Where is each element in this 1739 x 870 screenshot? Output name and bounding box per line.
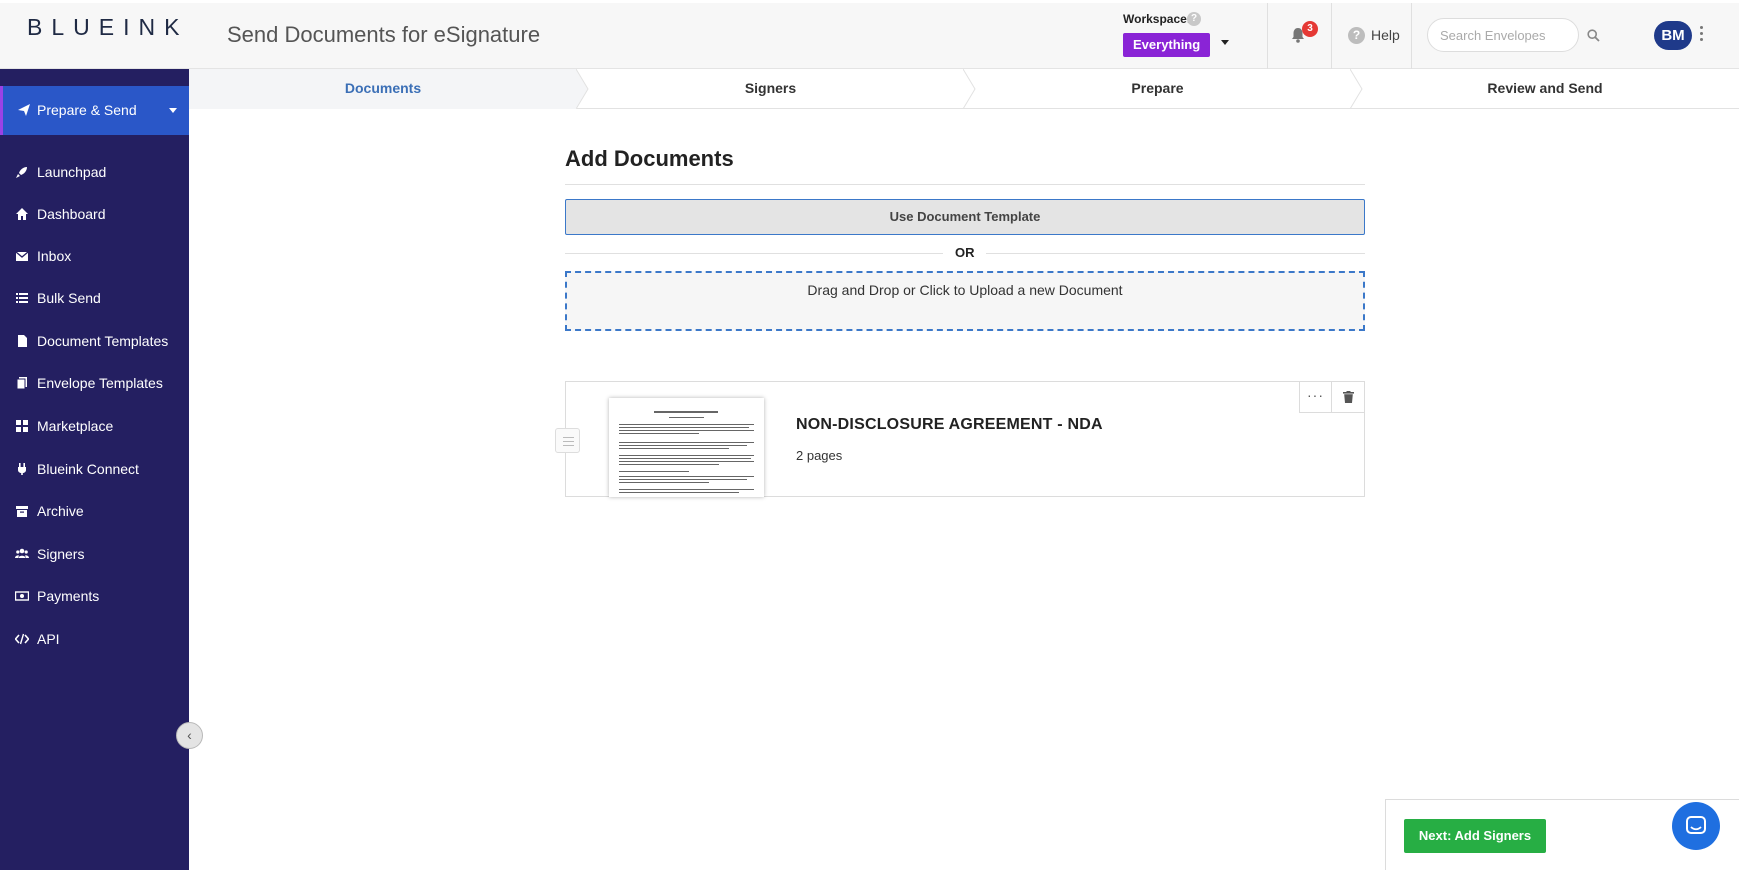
sidebar-item-label: Payments (37, 588, 100, 604)
sidebar-item-api[interactable]: API (0, 621, 189, 657)
sidebar-item-label: Envelope Templates (37, 375, 163, 391)
chevron-down-icon[interactable] (1221, 40, 1229, 45)
step-documents[interactable]: Documents (189, 69, 577, 109)
list-icon (16, 293, 28, 303)
users-icon (15, 548, 29, 558)
document-thumbnail[interactable] (609, 398, 764, 497)
sidebar-item-label: Marketplace (37, 418, 114, 434)
workspace-help-icon[interactable]: ? (1187, 12, 1201, 26)
archive-icon (16, 506, 28, 517)
trash-icon (1343, 391, 1354, 403)
divider (565, 253, 943, 254)
divider (1267, 3, 1268, 69)
question-icon[interactable]: ? (1348, 27, 1365, 44)
drag-handle-icon[interactable] (555, 428, 580, 453)
sidebar-item-blueink-connect[interactable]: Blueink Connect (0, 451, 189, 487)
delete-document-button[interactable] (1331, 381, 1365, 413)
file-icon (18, 335, 27, 347)
code-icon (15, 633, 29, 645)
chat-launcher-button[interactable] (1672, 802, 1720, 850)
divider (1331, 3, 1332, 69)
prepare-send-label: Prepare & Send (37, 102, 137, 118)
sidebar-item-label: Inbox (37, 248, 72, 264)
step-prepare[interactable]: Prepare (964, 69, 1351, 109)
blueink-logo[interactable]: BLUEINK (27, 14, 188, 41)
sidebar-item-label: Bulk Send (37, 290, 101, 306)
collapse-sidebar-button[interactable]: ‹ (176, 722, 203, 749)
sidebar-item-label: Archive (37, 503, 84, 519)
paper-plane-icon (18, 104, 30, 116)
section-title: Add Documents (565, 146, 734, 171)
sidebar-item-marketplace[interactable]: Marketplace (0, 408, 189, 444)
upload-dropzone[interactable]: Drag and Drop or Click to Upload a new D… (565, 271, 1365, 331)
sidebar-item-label: Signers (37, 546, 85, 562)
step-separator (576, 69, 589, 109)
divider (1411, 3, 1412, 69)
sidebar-item-archive[interactable]: Archive (0, 493, 189, 529)
sidebar-item-dashboard[interactable]: Dashboard (0, 196, 189, 232)
sidebar-item-label: API (37, 631, 60, 647)
copy-icon (16, 377, 27, 390)
next-add-signers-button[interactable]: Next: Add Signers (1404, 819, 1546, 853)
sidebar-item-document-templates[interactable]: Document Templates (0, 323, 189, 359)
avatar[interactable]: BM (1654, 21, 1692, 50)
envelope-icon (15, 251, 29, 261)
step-separator (1350, 69, 1363, 109)
grid-icon (16, 420, 28, 432)
more-options-button[interactable]: ··· (1299, 381, 1332, 413)
sidebar-item-inbox[interactable]: Inbox (0, 238, 189, 274)
money-icon (15, 591, 29, 601)
or-separator: OR (955, 245, 975, 260)
document-name: NON-DISCLOSURE AGREEMENT - NDA (796, 416, 1103, 433)
sidebar-item-envelope-templates[interactable]: Envelope Templates (0, 365, 189, 401)
home-icon (16, 208, 28, 220)
help-link[interactable]: Help (1371, 27, 1400, 43)
page-title: Send Documents for eSignature (227, 22, 541, 47)
notification-count-badge: 3 (1302, 21, 1318, 37)
step-separator (963, 69, 976, 109)
sidebar-item-label: Dashboard (37, 206, 106, 222)
use-document-template-button[interactable]: Use Document Template (565, 199, 1365, 235)
divider (986, 253, 1365, 254)
more-vertical-icon[interactable] (1700, 26, 1704, 46)
workspace-label: Workspace: (1123, 12, 1191, 26)
step-signers[interactable]: Signers (577, 69, 964, 109)
sidebar-item-launchpad[interactable]: Launchpad (0, 154, 189, 190)
chat-icon (1686, 816, 1706, 834)
rocket-icon (16, 167, 27, 178)
step-review-and-send[interactable]: Review and Send (1351, 69, 1739, 109)
plug-icon (18, 463, 26, 475)
divider (565, 184, 1365, 185)
sidebar-item-label: Document Templates (37, 333, 169, 349)
search-box[interactable] (1427, 18, 1579, 52)
document-page-count: 2 pages (796, 448, 843, 463)
chevron-down-icon[interactable] (169, 108, 177, 113)
search-input[interactable] (1440, 26, 1550, 44)
sidebar-item-signers[interactable]: Signers (0, 536, 189, 572)
sidebar-item-label: Launchpad (37, 164, 107, 180)
workspace-selector[interactable]: Everything (1123, 33, 1211, 57)
sidebar-item-label: Blueink Connect (37, 461, 139, 477)
prepare-send-button[interactable]: Prepare & Send (0, 86, 189, 135)
sidebar-item-payments[interactable]: Payments (0, 578, 189, 614)
sidebar-item-bulk-send[interactable]: Bulk Send (0, 280, 189, 316)
search-icon[interactable] (1587, 29, 1600, 42)
